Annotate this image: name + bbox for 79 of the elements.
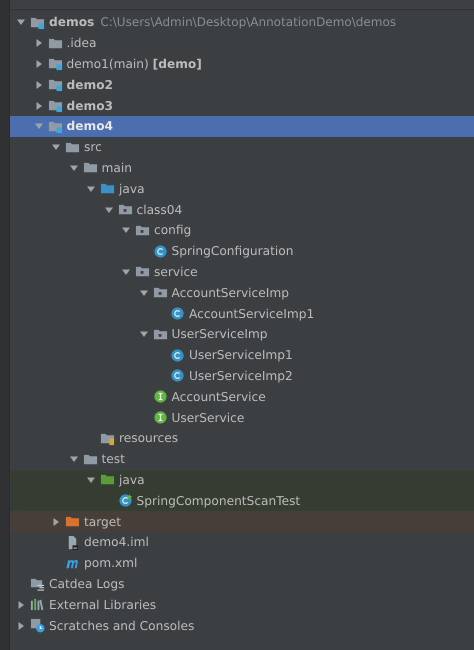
tree-item[interactable]: class04	[10, 199, 474, 220]
tree-item[interactable]: AccountServiceImp	[10, 282, 474, 304]
collapse-arrow-icon[interactable]	[68, 162, 78, 173]
item-label: AccountServiceImp	[172, 286, 289, 300]
tree-item[interactable]: java	[10, 470, 474, 490]
tree-item[interactable]: demo4	[10, 116, 474, 137]
item-label: External Libraries	[49, 598, 156, 612]
item-label: test	[102, 452, 125, 466]
item-label: Scratches and Consoles	[49, 618, 194, 632]
item-label: UserServiceImp	[172, 327, 268, 342]
tree-item[interactable]: UserService	[10, 407, 474, 428]
tree-item[interactable]: src	[10, 136, 474, 158]
tree-item[interactable]: .idea	[10, 32, 474, 54]
tree-item[interactable]: UserServiceImp1	[10, 344, 474, 366]
tree-item[interactable]: AccountServiceImp1	[10, 303, 474, 324]
tree-item[interactable]: Scratches and Consoles	[10, 615, 474, 636]
item-label: resources	[119, 431, 178, 446]
item-label: UserServiceImp2	[189, 368, 293, 383]
expand-arrow-icon[interactable]	[34, 80, 44, 90]
item-label: config	[154, 223, 192, 238]
tree-item[interactable]: External Libraries	[10, 594, 474, 616]
tree-item[interactable]: test	[10, 448, 474, 470]
item-label: AccountService	[172, 390, 266, 404]
item-label: .idea	[66, 36, 96, 50]
item-label: demo3	[66, 98, 114, 113]
collapse-arrow-icon[interactable]	[138, 329, 148, 340]
expand-arrow-icon[interactable]	[34, 38, 44, 48]
expand-arrow-icon[interactable]	[16, 600, 26, 610]
expand-arrow-icon[interactable]	[51, 516, 61, 527]
collapse-arrow-icon[interactable]	[86, 474, 96, 485]
item-label: SpringComponentScanTest	[136, 494, 300, 508]
collapse-arrow-icon[interactable]	[51, 142, 61, 152]
tree-item[interactable]: java	[10, 178, 474, 200]
tree-item[interactable]: demo1(main) [demo]	[10, 54, 474, 74]
collapse-arrow-icon[interactable]	[68, 454, 78, 464]
item-label: main	[102, 160, 132, 175]
item-label: UserServiceImp1	[189, 348, 293, 362]
item-label: src	[84, 140, 102, 154]
item-label: UserService	[172, 410, 244, 425]
collapse-arrow-icon[interactable]	[138, 288, 148, 298]
item-label: demos	[49, 15, 94, 30]
tree-item[interactable]: service	[10, 262, 474, 282]
item-label: demo4.iml	[84, 535, 149, 550]
tree-item[interactable]: Catdea Logs	[10, 574, 474, 594]
path-hint: C:\Users\Admin\Desktop\AnnotationDemo\demos	[100, 15, 396, 30]
item-label: SpringConfiguration	[172, 244, 294, 258]
collapse-arrow-icon[interactable]	[121, 266, 131, 277]
tree-item[interactable]: main	[10, 158, 474, 178]
tree-item[interactable]: SpringConfiguration	[10, 240, 474, 262]
tree-item[interactable]: SpringComponentScanTest	[10, 490, 474, 512]
item-label: pom.xml	[84, 556, 138, 570]
collapse-arrow-icon[interactable]	[16, 17, 26, 28]
item-label: demo4	[66, 119, 114, 134]
collapse-arrow-icon[interactable]	[121, 225, 131, 236]
expand-arrow-icon[interactable]	[16, 620, 26, 630]
tree-item[interactable]: resources	[10, 428, 474, 449]
item-label: java	[119, 472, 145, 487]
item-label: Catdea Logs	[49, 576, 124, 591]
tree-item[interactable]: UserServiceImp2	[10, 366, 474, 386]
item-label: service	[154, 264, 198, 279]
item-label: java	[119, 182, 145, 196]
expand-arrow-icon[interactable]	[34, 58, 44, 69]
tree-item[interactable]: AccountService	[10, 386, 474, 408]
expand-arrow-icon[interactable]	[34, 100, 44, 111]
item-label: demo1(main) [demo]	[66, 56, 202, 71]
tree-item[interactable]: UserServiceImp	[10, 324, 474, 345]
item-label: AccountServiceImp1	[189, 306, 314, 321]
item-label: demo2	[66, 78, 114, 92]
tree-item[interactable]: demo2	[10, 74, 474, 96]
item-label: class04	[136, 202, 182, 217]
collapse-arrow-icon[interactable]	[104, 204, 114, 215]
tree-item[interactable]: demo4.iml	[10, 532, 474, 553]
item-label: target	[84, 514, 122, 529]
tree-item[interactable]: config	[10, 220, 474, 241]
tree-item[interactable]: demos C:\Users\Admin\Desktop\AnnotationDemo\demos	[10, 12, 474, 33]
tree-item[interactable]: pom.xml	[10, 552, 474, 574]
collapse-arrow-icon[interactable]	[86, 184, 96, 194]
tree-item[interactable]: target	[10, 511, 474, 532]
tree-item[interactable]: demo3	[10, 95, 474, 116]
